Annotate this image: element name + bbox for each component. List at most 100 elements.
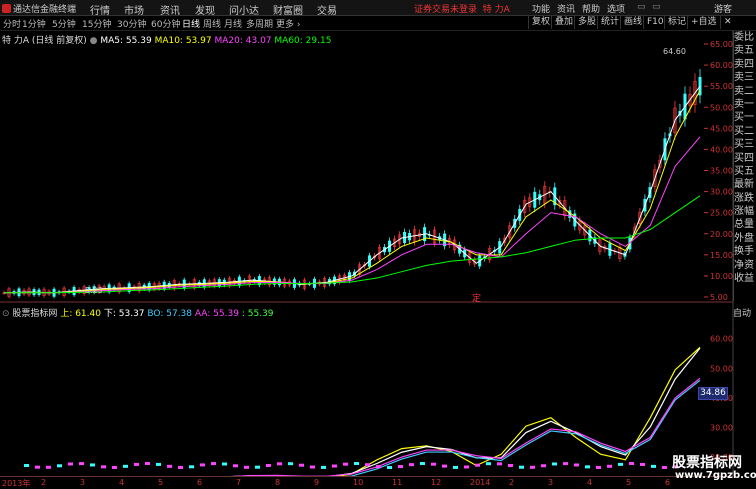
signal-marker [662, 465, 667, 469]
low-label: 5.23 [85, 286, 103, 295]
x-tick-label: 10 [353, 478, 364, 487]
y-tick-label: 65.00 [710, 40, 733, 49]
signal-marker [530, 465, 535, 469]
side-panel-item[interactable]: 卖二 [734, 85, 756, 98]
ma-line-ma10 [3, 90, 701, 294]
side-panel-item[interactable]: 买四 [734, 152, 756, 165]
signal-marker [255, 465, 260, 469]
x-tick-label: 2 [41, 478, 47, 487]
signal-marker [464, 465, 469, 469]
signal-marker [552, 462, 557, 466]
sub-indicator-line [3, 346, 701, 486]
quote-side-panel: 委比 卖五 卖四 卖三 卖二 卖一 买一 买二 买三 买四 买五 最新 涨跌 涨幅 总量 外盘 换手 净资 收益 [733, 31, 756, 301]
side-panel-item[interactable]: 买五 [734, 165, 756, 178]
signal-marker [57, 464, 62, 468]
signal-marker [46, 465, 51, 469]
signal-marker [156, 462, 161, 466]
y-tick-label: 30.00 [710, 188, 733, 197]
ma-line-ma20 [4, 136, 701, 294]
signal-marker [200, 463, 205, 467]
signal-marker [244, 465, 249, 469]
side-panel-item[interactable]: 最新 [734, 178, 756, 191]
side-panel-item[interactable]: 卖五 [734, 44, 756, 57]
watermark-title: 股票指标网 [672, 455, 742, 471]
sub-legend-aa: AA: 55.39 [194, 309, 239, 319]
x-tick-label: 6 [197, 478, 203, 487]
ma-line-ma5 [3, 85, 701, 294]
signal-marker [585, 465, 590, 469]
side-panel-item[interactable]: 净资 [734, 259, 756, 272]
signal-marker [574, 463, 579, 467]
peak-label: 64.60 [663, 47, 686, 56]
sub-y-tick-label: 50.00 [710, 364, 733, 373]
signal-marker [563, 462, 568, 466]
signal-marker [629, 462, 634, 466]
sub-legend-title: 股票指标网 [12, 309, 58, 319]
pin-marker[interactable]: 定 [472, 291, 481, 304]
side-panel-item[interactable]: 涨跌 [734, 192, 756, 205]
side-panel-item[interactable]: 收益 [734, 272, 756, 285]
side-panel-item[interactable]: 总量 [734, 218, 756, 231]
x-tick-label: 5 [158, 478, 164, 487]
x-tick-label: 8 [275, 478, 281, 487]
sub-legend-up: 上: 61.40 [60, 309, 101, 319]
signal-marker [519, 465, 524, 469]
y-tick-label: 45.00 [710, 124, 733, 133]
signal-marker [376, 465, 381, 469]
signal-marker [541, 464, 546, 468]
x-tick-label: 5 [626, 478, 632, 487]
signal-marker [607, 464, 612, 468]
signal-marker [387, 465, 392, 469]
sub-legend-last: : 55.39 [241, 309, 274, 319]
x-tick-label: 3 [548, 478, 554, 487]
x-tick-label: 4 [119, 478, 125, 487]
y-tick-label: 60.00 [710, 61, 733, 70]
side-panel-item[interactable]: 买一 [734, 111, 756, 124]
auto-scale-button[interactable]: 自动 [733, 306, 756, 319]
signal-marker [112, 465, 117, 469]
sub-legend: ⊙ 股票指标网 上: 61.40 下: 53.37 BO: 57.38 AA: … [2, 306, 274, 319]
signal-marker [189, 465, 194, 469]
signal-marker [277, 462, 282, 466]
indicator-icon[interactable]: ⊙ [2, 309, 10, 319]
price-badge: 34.86 [698, 387, 728, 400]
x-axis: 2013年 2 3 4 5 6 7 8 9 10 11 12 2014 2 3 4 5 6 [0, 476, 733, 488]
x-tick-label: 11 [392, 478, 403, 487]
signal-marker [178, 465, 183, 469]
signal-marker [35, 465, 40, 469]
signal-marker [90, 463, 95, 467]
side-panel-item[interactable]: 卖四 [734, 58, 756, 71]
side-panel-item[interactable]: 买二 [734, 125, 756, 138]
y-tick-label: 25.00 [710, 209, 733, 218]
signal-marker [618, 462, 623, 466]
chart-canvas[interactable]: 65.0060.0055.0050.0045.0040.0035.0030.00… [0, 0, 756, 487]
signal-marker [299, 463, 304, 467]
signal-marker [266, 463, 271, 467]
signal-marker [167, 464, 172, 468]
side-panel-item[interactable]: 换手 [734, 245, 756, 258]
watermark-url: www.7gpzb.com [675, 470, 756, 481]
signal-marker [365, 463, 370, 467]
sub-legend-down: 下: 53.37 [103, 309, 145, 319]
signal-marker [101, 465, 106, 469]
signal-marker [134, 462, 139, 466]
side-panel-item[interactable]: 买三 [734, 138, 756, 151]
side-panel-item[interactable]: 卖一 [734, 98, 756, 111]
signal-marker [79, 462, 84, 466]
signal-marker [497, 462, 502, 466]
signal-marker [453, 465, 458, 469]
sub-indicator-line [3, 347, 701, 484]
y-tick-label: 20.00 [710, 230, 733, 239]
side-panel-item[interactable]: 委比 [734, 31, 756, 44]
x-tick-label: 9 [314, 478, 320, 487]
y-tick-label: 35.00 [710, 167, 733, 176]
side-panel-item[interactable]: 外盘 [734, 232, 756, 245]
signal-marker [431, 462, 436, 466]
signal-marker [123, 464, 128, 468]
side-panel-item[interactable]: 卖三 [734, 71, 756, 84]
x-tick-label: 12 [431, 478, 442, 487]
sub-y-tick-label: 60.00 [710, 335, 733, 344]
signal-marker [343, 462, 348, 466]
side-panel-item[interactable]: 涨幅 [734, 205, 756, 218]
y-tick-label: 40.00 [710, 145, 733, 154]
